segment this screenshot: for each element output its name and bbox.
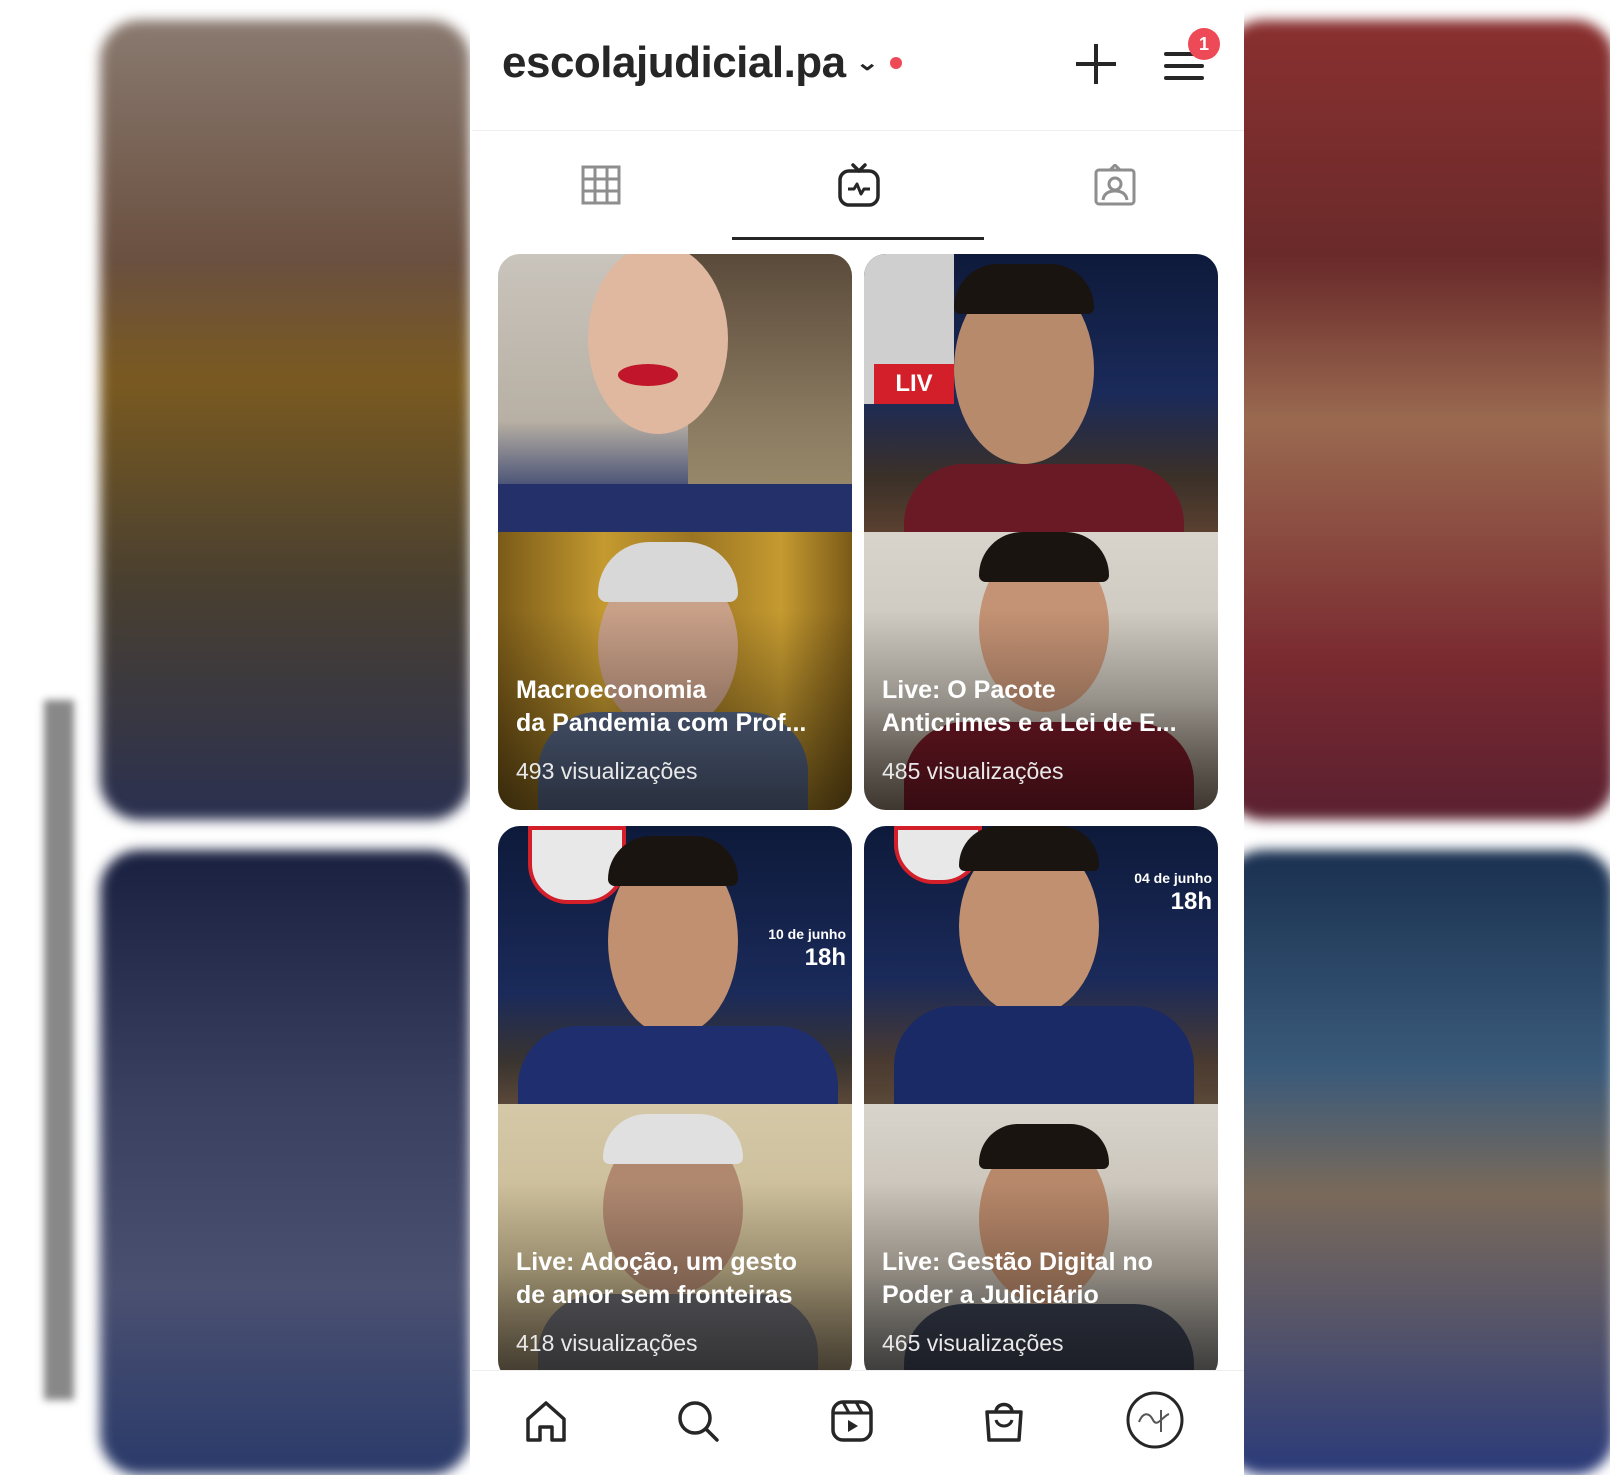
create-plus-icon[interactable] — [1072, 40, 1120, 88]
live-banner: LIV — [874, 364, 954, 404]
video-title: Macroeconomia da Pandemia com Prof... — [516, 676, 807, 737]
igtv-video-card[interactable]: Macroeconomia da Pandemia com Prof... 49… — [498, 254, 852, 810]
shop-icon — [985, 1402, 1023, 1442]
nav-profile[interactable] — [1122, 1387, 1188, 1453]
phone-screen: escolajudicial.pa ⌄ 1 Macroeconomia da P… — [472, 20, 1244, 1476]
chevron-down-icon: ⌄ — [854, 50, 879, 75]
nav-home[interactable] — [516, 1391, 576, 1451]
event-time: 18h — [1170, 888, 1212, 915]
igtv-video-card[interactable]: 04 de junho 18h Live: Gestão Digital no … — [864, 826, 1218, 1382]
igtv-video-card[interactable]: LIV Live: O Pacote Anticrimes e a Lei de… — [864, 254, 1218, 810]
view-count: 493 visualizações — [516, 758, 698, 784]
notification-badge: 1 — [1188, 28, 1220, 60]
video-thumbnail-top: 10 de junho 18h — [498, 826, 852, 1106]
nav-shop[interactable] — [974, 1391, 1034, 1451]
video-thumbnail-top — [498, 254, 852, 532]
video-title: Live: Gestão Digital no Poder a Judiciár… — [882, 1248, 1153, 1309]
tab-posts-grid[interactable] — [472, 131, 730, 239]
profile-tabs — [472, 130, 1244, 241]
tab-tagged[interactable] — [986, 131, 1244, 239]
view-count: 465 visualizações — [882, 1330, 1064, 1356]
profile-avatar — [1126, 1391, 1184, 1449]
reels-icon — [831, 1400, 873, 1442]
profile-header: escolajudicial.pa ⌄ 1 — [472, 20, 1244, 120]
tab-igtv[interactable] — [730, 131, 988, 239]
new-activity-dot — [889, 57, 902, 69]
view-count: 485 visualizações — [882, 758, 1064, 784]
account-name: escolajudicial.pa — [502, 38, 846, 87]
video-title: Live: Adoção, um gesto de amor sem front… — [516, 1248, 798, 1309]
nav-search[interactable] — [668, 1391, 728, 1451]
blurred-background-right — [1244, 0, 1610, 1475]
bottom-navigation — [472, 1370, 1244, 1476]
video-thumbnail-top: LIV — [864, 254, 1218, 534]
nav-reels[interactable] — [822, 1391, 882, 1451]
tagged-icon — [1094, 164, 1136, 206]
event-date: 04 de junho — [1134, 870, 1212, 886]
igtv-video-card[interactable]: 10 de junho 18h Live: Adoção, um gesto d… — [498, 826, 852, 1382]
event-date: 10 de junho — [768, 926, 846, 942]
account-switcher[interactable]: escolajudicial.pa ⌄ — [502, 38, 902, 88]
active-tab-indicator — [732, 237, 984, 240]
video-title: Live: O Pacote Anticrimes e a Lei de E..… — [882, 676, 1177, 737]
igtv-icon — [838, 163, 880, 207]
event-time: 18h — [804, 944, 846, 971]
blurred-background-left — [0, 0, 470, 1475]
view-count: 418 visualizações — [516, 1330, 698, 1356]
grid-icon — [581, 165, 621, 205]
search-icon — [678, 1401, 719, 1442]
video-thumbnail-top: 04 de junho 18h — [864, 826, 1218, 1106]
home-icon — [526, 1401, 566, 1442]
